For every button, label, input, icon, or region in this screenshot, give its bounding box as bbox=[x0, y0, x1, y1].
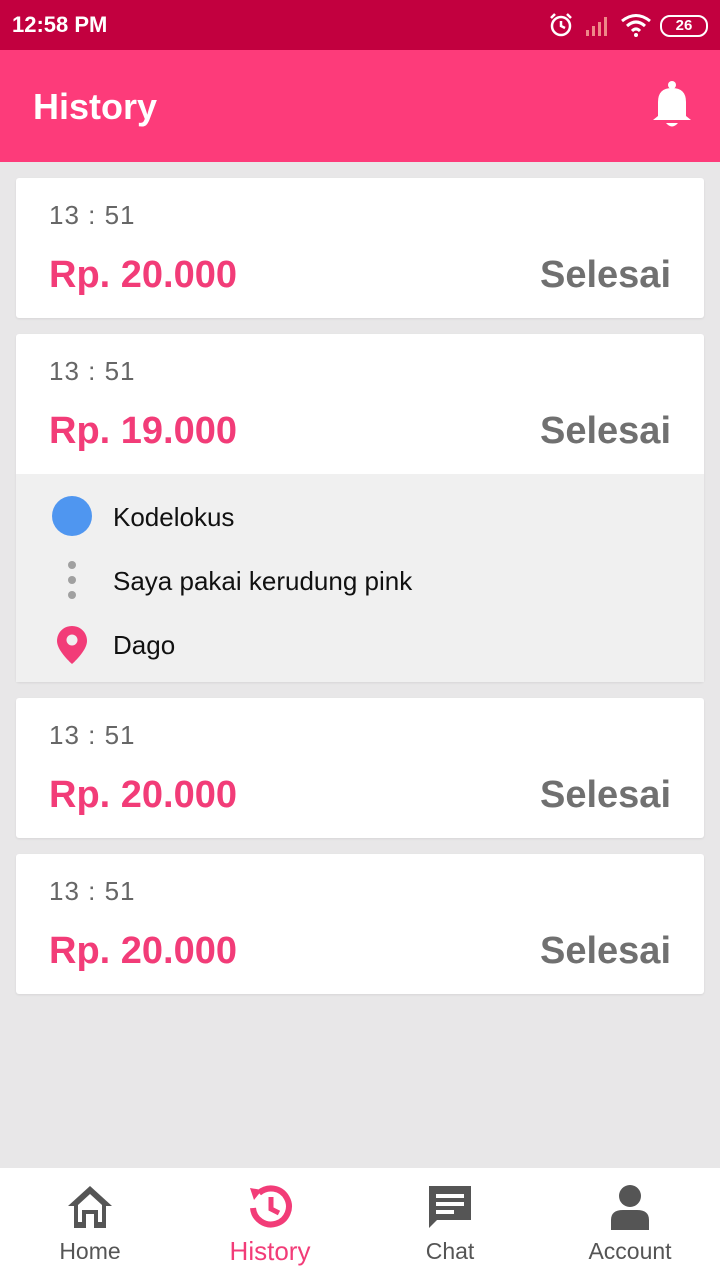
order-price: Rp. 19.000 bbox=[49, 410, 237, 452]
order-price: Rp. 20.000 bbox=[49, 774, 237, 816]
order-status: Selesai bbox=[540, 930, 671, 972]
battery-indicator: 26 bbox=[660, 15, 708, 37]
order-time: 13 : 51 bbox=[49, 200, 136, 230]
app-bar: History bbox=[0, 50, 720, 162]
order-status: Selesai bbox=[540, 774, 671, 816]
status-icons: 26 bbox=[548, 12, 708, 40]
history-card[interactable]: 13 : 51 Rp. 20.000 Selesai bbox=[16, 698, 704, 838]
nav-account[interactable]: Account bbox=[540, 1168, 720, 1280]
nav-chat-label: Chat bbox=[425, 1238, 475, 1264]
nav-chat[interactable]: Chat bbox=[360, 1168, 540, 1280]
order-price: Rp. 20.000 bbox=[49, 254, 237, 296]
chat-icon bbox=[429, 1186, 471, 1228]
location-pin-icon bbox=[57, 626, 87, 664]
order-price: Rp. 20.000 bbox=[49, 930, 237, 972]
origin-label: Kodelokus bbox=[113, 502, 235, 532]
home-icon bbox=[68, 1186, 112, 1228]
history-card-expanded[interactable]: 13 : 51 Rp. 19.000 Selesai Kodelokus Say… bbox=[16, 334, 704, 682]
origin-row: Kodelokus bbox=[16, 492, 704, 540]
note-label: Saya pakai kerudung pink bbox=[113, 566, 413, 596]
more-vertical-icon bbox=[68, 561, 76, 599]
order-time: 13 : 51 bbox=[49, 876, 136, 906]
order-detail: Kodelokus Saya pakai kerudung pink Dago bbox=[16, 474, 704, 682]
order-status: Selesai bbox=[540, 254, 671, 296]
history-card[interactable]: 13 : 51 Rp. 20.000 Selesai bbox=[16, 178, 704, 318]
history-icon bbox=[250, 1185, 292, 1228]
destination-label: Dago bbox=[113, 630, 176, 660]
status-time: 12:58 PM bbox=[12, 12, 108, 37]
nav-home-label: Home bbox=[59, 1238, 121, 1264]
note-row: Saya pakai kerudung pink bbox=[16, 556, 704, 604]
nav-home[interactable]: Home bbox=[0, 1168, 180, 1280]
account-icon bbox=[611, 1185, 649, 1230]
nav-history-label: History bbox=[229, 1236, 311, 1266]
destination-row: Dago bbox=[16, 620, 704, 668]
notification-bell-icon[interactable] bbox=[650, 80, 694, 130]
order-status: Selesai bbox=[540, 410, 671, 452]
bottom-navigation: Home History Chat Account bbox=[0, 1168, 720, 1280]
alarm-icon bbox=[550, 13, 572, 37]
order-time: 13 : 51 bbox=[49, 720, 136, 750]
signal-icon bbox=[586, 17, 607, 36]
page-title: History bbox=[33, 86, 158, 127]
nav-history[interactable]: History bbox=[180, 1168, 360, 1280]
wifi-icon bbox=[621, 14, 651, 37]
status-bar: 12:58 PM 26 bbox=[0, 0, 720, 50]
order-time: 13 : 51 bbox=[49, 356, 136, 386]
history-card[interactable]: 13 : 51 Rp. 20.000 Selesai bbox=[16, 854, 704, 994]
nav-account-label: Account bbox=[588, 1238, 672, 1264]
origin-dot-icon bbox=[52, 496, 92, 536]
